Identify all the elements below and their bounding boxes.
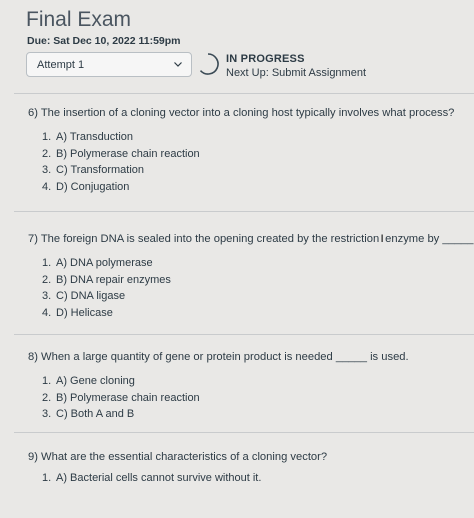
answer-option[interactable]: 3. C) Both A and B	[42, 408, 474, 425]
question-text: 7) The foreign DNA is sealed into the op…	[28, 233, 474, 245]
answer-options: 1. A) Gene cloning 2. B) Polymerase chain …	[14, 375, 474, 425]
question-divider	[14, 432, 474, 433]
due-date: Due: Sat Dec 10, 2022 11:59pm	[27, 35, 181, 47]
answer-option[interactable]: 2. B) DNA repair enzymes	[42, 274, 474, 291]
attempt-select-value: Attempt 1	[37, 59, 85, 71]
chevron-down-icon	[174, 62, 182, 67]
question-text: 6) The insertion of a cloning vector int…	[28, 107, 455, 119]
answer-option[interactable]: 4. D) Conjugation	[42, 181, 474, 198]
progress-ring-icon	[199, 53, 219, 75]
submission-status: IN PROGRESS Next Up: Submit Assignment	[226, 53, 366, 79]
question-6: 6) The insertion of a cloning vector int…	[14, 107, 474, 197]
question-9: 9) What are the essential characteristic…	[14, 451, 474, 489]
answer-options: 1. A) DNA polymerase 2. B) DNA repair enzy…	[14, 257, 474, 323]
answer-options: 1. A) Transduction 2. B) Polymerase chain …	[14, 131, 474, 197]
answer-option[interactable]: 1. A) Gene cloning	[42, 375, 474, 392]
answer-option[interactable]: 3. C) DNA ligase	[42, 290, 474, 307]
question-text: 9) What are the essential characteristic…	[28, 451, 328, 463]
attempt-select[interactable]: Attempt 1	[26, 52, 192, 77]
answer-option[interactable]: 2. B) Polymerase chain reaction	[42, 148, 474, 165]
question-8: 8) When a large quantity of gene or prot…	[14, 351, 474, 425]
page-title: Final Exam	[26, 8, 132, 31]
answer-options: 1. A) Bacterial cells cannot survive with…	[14, 472, 474, 489]
question-divider	[14, 211, 474, 212]
answer-option[interactable]: 1. A) DNA polymerase	[42, 257, 474, 274]
question-divider	[14, 334, 474, 335]
answer-option[interactable]: 3. C) Transformation	[42, 164, 474, 181]
answer-option[interactable]: 4. D) Helicase	[42, 307, 474, 324]
answer-option[interactable]: 2. B) Polymerase chain reaction	[42, 392, 474, 409]
header-divider	[14, 93, 474, 94]
question-7: 7) The foreign DNA is sealed into the op…	[14, 233, 474, 323]
answer-option[interactable]: 1. A) Transduction	[42, 131, 474, 148]
question-text: 8) When a large quantity of gene or prot…	[28, 351, 409, 363]
answer-option[interactable]: 1. A) Bacterial cells cannot survive with…	[42, 472, 474, 489]
status-label: IN PROGRESS	[226, 53, 305, 65]
next-up-label: Next Up: Submit Assignment	[226, 67, 367, 79]
